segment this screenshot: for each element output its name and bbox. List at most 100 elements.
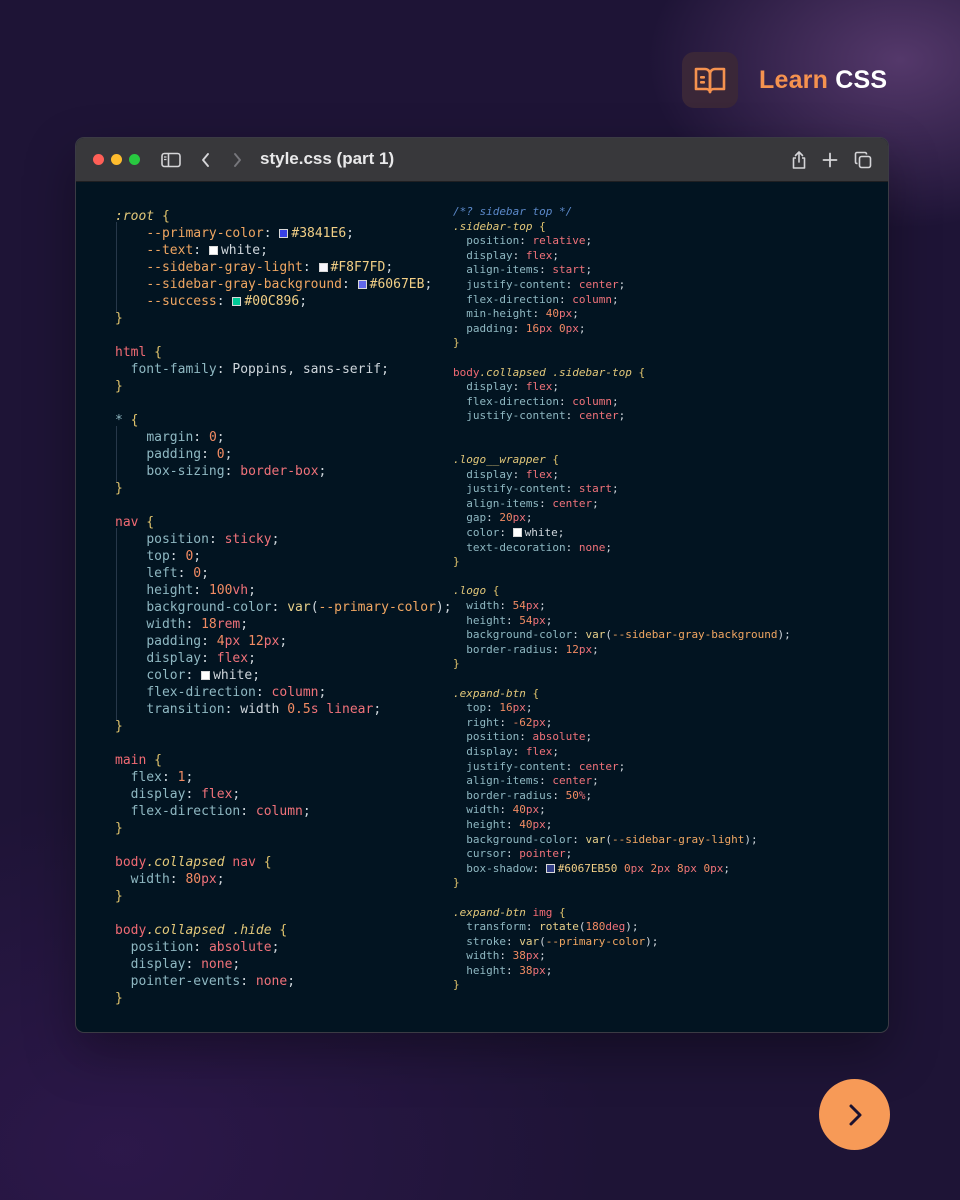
code-token: nav bbox=[224, 855, 256, 870]
code-token: 54 bbox=[519, 613, 533, 627]
next-slide-button[interactable] bbox=[819, 1079, 890, 1150]
code-token: ; bbox=[545, 963, 553, 977]
code-line: border-radius: 12px; bbox=[453, 643, 791, 658]
code-token: ; bbox=[185, 770, 194, 785]
code-token: ; bbox=[552, 467, 559, 481]
code-token: : bbox=[558, 394, 573, 408]
code-token: #3841E6 bbox=[291, 226, 347, 241]
code-token: px bbox=[512, 511, 526, 525]
code-token: --success bbox=[146, 294, 217, 309]
code-line: cursor: pointer; bbox=[453, 847, 791, 862]
code-line: justify-content: center; bbox=[453, 409, 791, 424]
code-token: } bbox=[453, 336, 460, 350]
share-icon[interactable] bbox=[788, 149, 810, 171]
code-line: width: 38px; bbox=[453, 949, 791, 964]
code-token: column bbox=[572, 394, 612, 408]
code-line: body.collapsed .hide { bbox=[115, 922, 452, 939]
code-token: } bbox=[115, 991, 123, 1006]
code-token: : bbox=[208, 532, 225, 547]
code-line: flex: 1; bbox=[115, 769, 452, 786]
close-window-button[interactable] bbox=[93, 154, 104, 165]
code-token: ; bbox=[618, 277, 626, 291]
code-token: px bbox=[224, 634, 249, 649]
code-line: gap: 20px; bbox=[453, 511, 791, 526]
code-token: start bbox=[578, 482, 612, 496]
code-token: : bbox=[271, 600, 288, 615]
code-token: { bbox=[271, 923, 288, 938]
color-swatch bbox=[357, 280, 367, 289]
code-token: : bbox=[552, 642, 566, 656]
code-token: cursor bbox=[466, 847, 506, 861]
chevron-right-icon[interactable] bbox=[226, 149, 248, 171]
code-token: main bbox=[115, 753, 147, 768]
code-line: stroke: var(--primary-color); bbox=[453, 935, 791, 950]
code-token: right bbox=[466, 715, 500, 729]
window-titlebar: style.css (part 1) bbox=[76, 138, 888, 182]
code-token: ; bbox=[592, 642, 599, 656]
code-line: .logo { bbox=[453, 584, 791, 599]
code-line: * { bbox=[115, 412, 452, 429]
open-book-icon bbox=[682, 52, 738, 108]
code-token: : bbox=[193, 583, 209, 598]
code-token: vh bbox=[232, 583, 249, 598]
code-line: box-shadow: #6067EB50 0px 2px 8px 0px; bbox=[453, 862, 791, 877]
code-token: ; bbox=[385, 260, 394, 275]
code-token: : bbox=[185, 957, 202, 972]
chevron-left-icon[interactable] bbox=[195, 149, 217, 171]
code-line: display: none; bbox=[115, 956, 452, 973]
code-token: margin bbox=[146, 430, 194, 445]
plus-icon[interactable] bbox=[819, 149, 841, 171]
code-token: ); bbox=[744, 832, 758, 846]
code-token: : bbox=[240, 974, 256, 989]
code-token: absolute bbox=[208, 940, 272, 955]
code-token: ; bbox=[252, 668, 261, 683]
code-token: relative bbox=[532, 234, 586, 248]
code-line: position: relative; bbox=[453, 234, 791, 249]
code-token: ; bbox=[248, 651, 256, 666]
code-token: 0 bbox=[558, 321, 566, 335]
code-token: height bbox=[146, 583, 194, 598]
code-token: : bbox=[506, 847, 520, 861]
color-swatch bbox=[318, 263, 328, 272]
code-token: ); bbox=[625, 920, 639, 934]
maximize-window-button[interactable] bbox=[129, 154, 140, 165]
brand-word-css: CSS bbox=[835, 65, 888, 94]
code-token: align-items bbox=[466, 774, 540, 788]
code-token: { bbox=[631, 365, 646, 379]
code-line: display: flex; bbox=[453, 380, 791, 395]
code-token: : bbox=[519, 730, 533, 744]
code-token: : bbox=[506, 817, 520, 831]
minimize-window-button[interactable] bbox=[111, 154, 122, 165]
indent-guide bbox=[115, 562, 146, 585]
code-token: ; bbox=[373, 702, 382, 717]
code-token: 8 bbox=[676, 861, 684, 875]
code-token: ; bbox=[539, 599, 546, 613]
code-line: font-family: Poppins, sans-serif; bbox=[115, 361, 452, 378]
code-line: width: 18rem; bbox=[115, 613, 452, 636]
code-token: ); bbox=[777, 628, 791, 642]
code-line: height: 100vh; bbox=[115, 579, 452, 602]
code-token: height bbox=[466, 963, 506, 977]
code-token: 12 bbox=[565, 642, 579, 656]
code-token: } bbox=[453, 657, 460, 671]
code-token: position bbox=[466, 234, 520, 248]
code-line: align-items: center; bbox=[453, 774, 791, 789]
code-token: padding bbox=[146, 634, 202, 649]
copy-icon[interactable] bbox=[852, 149, 874, 171]
sidebar-icon[interactable] bbox=[160, 149, 182, 171]
code-token: : bbox=[302, 260, 319, 275]
code-token: px bbox=[630, 861, 651, 875]
code-token: : bbox=[532, 861, 546, 875]
color-swatch bbox=[512, 528, 522, 538]
code-column-right: /*? sidebar top */.sidebar-top { positio… bbox=[453, 205, 791, 993]
code-token: white bbox=[220, 243, 261, 258]
code-token: : bbox=[519, 234, 533, 248]
